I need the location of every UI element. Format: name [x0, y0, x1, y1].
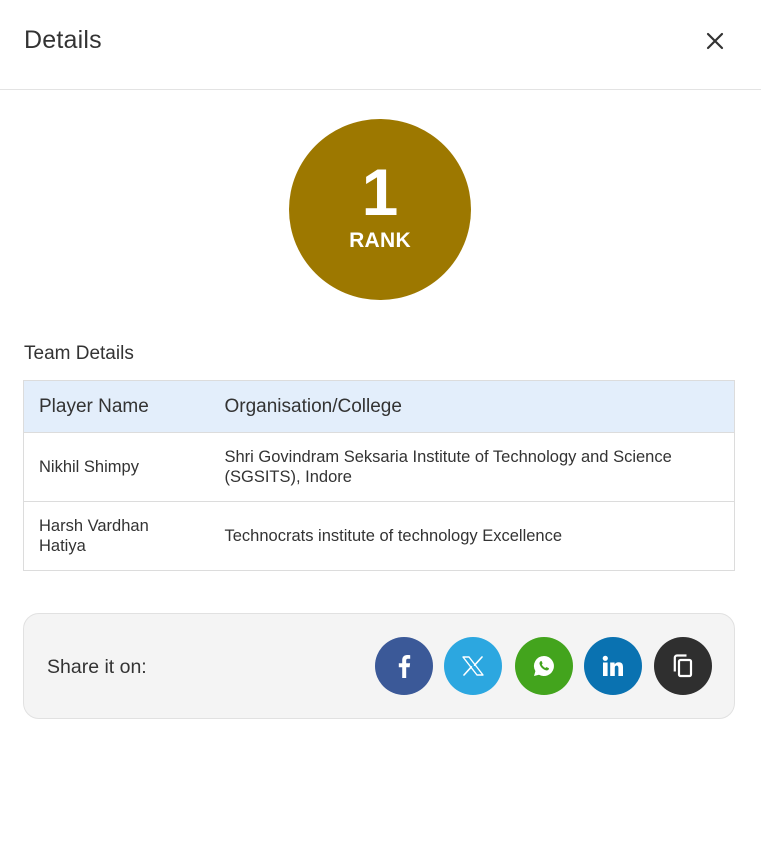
rank-badge: 1 RANK — [289, 119, 471, 300]
organisation-cell: Technocrats institute of technology Exce… — [224, 527, 563, 545]
table-row: Nikhil Shimpy Shri Govindram Seksaria In… — [23, 432, 735, 502]
whatsapp-icon — [534, 656, 554, 676]
x-icon — [462, 656, 484, 676]
player-name-cell: Nikhil Shimpy — [23, 432, 210, 502]
column-header-player-name: Player Name — [23, 380, 210, 433]
copy-link-button[interactable] — [654, 637, 712, 695]
team-details-heading: Team Details — [24, 343, 134, 364]
share-label: Share it on: — [47, 656, 147, 678]
share-x-button[interactable] — [444, 637, 502, 695]
column-header-organisation: Organisation/College — [209, 380, 735, 433]
team-table: Player Name Organisation/College Nikhil … — [23, 380, 735, 571]
rank-number: 1 — [361, 155, 399, 229]
facebook-icon — [398, 655, 411, 678]
player-name-cell: Harsh Vardhan Hatiya — [39, 517, 149, 555]
table-row: Harsh Vardhan Hatiya Technocrats institu… — [24, 502, 735, 571]
organisation-cell: Shri Govindram Seksaria Institute of Tec… — [209, 432, 735, 502]
share-panel: Share it on: — [23, 613, 735, 719]
close-button[interactable] — [699, 25, 731, 57]
share-linkedin-button[interactable] — [584, 637, 642, 695]
rank-label: RANK — [349, 229, 411, 252]
dialog-header: Details — [0, 0, 761, 90]
close-icon — [706, 32, 724, 50]
dialog-title: Details — [24, 26, 102, 54]
share-facebook-button[interactable] — [375, 637, 433, 695]
copy-icon — [673, 654, 693, 678]
table-header-row: Player Name Organisation/College — [23, 380, 735, 433]
linkedin-icon — [602, 655, 623, 676]
share-whatsapp-button[interactable] — [515, 637, 573, 695]
